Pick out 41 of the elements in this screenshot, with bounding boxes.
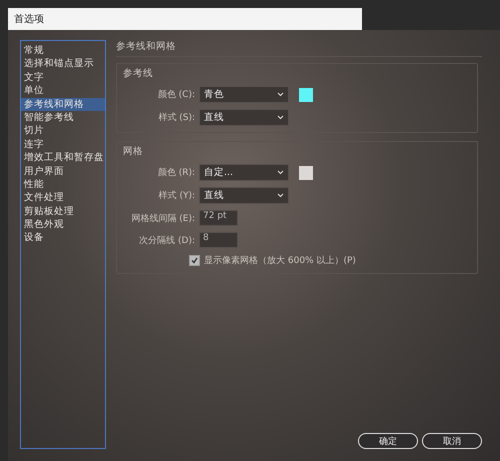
dropdown[interactable]: 自定... bbox=[199, 164, 289, 181]
section-title: 参考线和网格 bbox=[116, 40, 482, 57]
chevron-down-icon bbox=[277, 92, 284, 97]
field-label: 样式 (S): bbox=[157, 112, 195, 124]
group-title: 网格 bbox=[123, 145, 144, 158]
dialog-button[interactable]: 确定 bbox=[358, 433, 418, 449]
dialog-button[interactable]: 取消 bbox=[422, 433, 482, 449]
sidebar-item[interactable]: 文字 bbox=[21, 70, 105, 84]
sidebar-item[interactable]: 文件处理 bbox=[21, 191, 105, 205]
field-label: 次分隔线 (D): bbox=[138, 234, 195, 246]
checkbox-label: 显示像素网格（放大 600% 以上）(P) bbox=[204, 254, 356, 267]
sidebar-item[interactable]: 剪贴板处理 bbox=[21, 204, 105, 218]
dropdown[interactable]: 青色 bbox=[199, 86, 289, 103]
dropdown[interactable]: 直线 bbox=[199, 187, 289, 204]
field-label: 网格线间隔 (E): bbox=[130, 212, 195, 224]
group-title: 参考线 bbox=[123, 67, 154, 80]
sidebar-item[interactable]: 设备 bbox=[21, 231, 105, 245]
sidebar-item[interactable]: 参考线和网格 bbox=[21, 98, 105, 111]
sidebar-item[interactable]: 增效工具和暂存盘 bbox=[21, 151, 105, 165]
sidebar-item[interactable]: 连字 bbox=[21, 138, 105, 152]
sidebar-item[interactable]: 用户界面 bbox=[21, 164, 105, 178]
chevron-down-icon bbox=[277, 193, 284, 198]
sidebar-item[interactable]: 常规 bbox=[21, 44, 105, 58]
checkbox[interactable] bbox=[189, 255, 200, 266]
input-field[interactable]: 72 pt bbox=[199, 210, 238, 226]
input-field[interactable]: 8 bbox=[199, 232, 238, 248]
sidebar-item[interactable]: 选择和锚点显示 bbox=[21, 57, 105, 71]
field-label: 样式 (Y): bbox=[158, 190, 195, 202]
field-label: 颜色 (R): bbox=[156, 166, 195, 179]
color-swatch[interactable] bbox=[299, 88, 313, 102]
sidebar-item[interactable]: 黑色外观 bbox=[21, 218, 105, 232]
chevron-down-icon bbox=[277, 170, 284, 175]
window-title: 首选项 bbox=[14, 12, 44, 26]
sidebar-item[interactable]: 切片 bbox=[21, 124, 105, 138]
chevron-down-icon bbox=[277, 115, 284, 120]
dropdown[interactable]: 直线 bbox=[199, 109, 289, 126]
sidebar-item[interactable]: 智能参考线 bbox=[21, 110, 105, 124]
field-label: 颜色 (C): bbox=[156, 88, 195, 101]
sidebar-item[interactable]: 性能 bbox=[21, 178, 105, 192]
sidebar-item[interactable]: 单位 bbox=[21, 84, 105, 98]
color-swatch[interactable] bbox=[299, 166, 313, 180]
